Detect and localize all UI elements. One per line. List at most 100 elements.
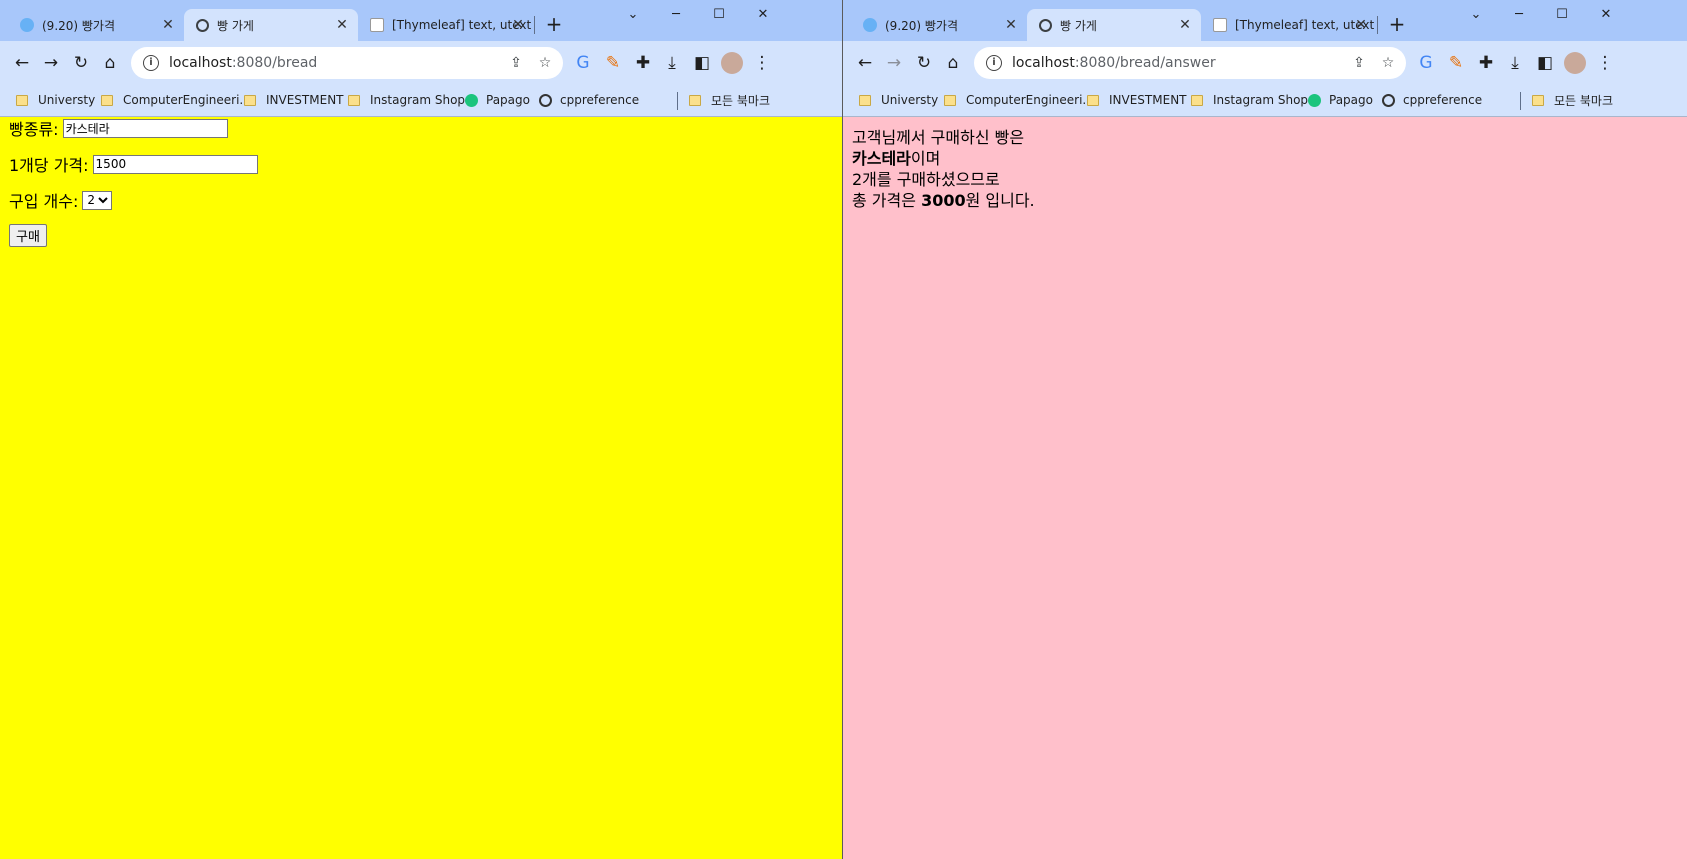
all-bookmarks[interactable]: 모든 북마크 [1532,90,1613,110]
bookmark-investment[interactable]: INVESTMENT [244,90,344,110]
document-icon [370,18,384,32]
close-icon[interactable]: ✕ [334,17,350,33]
site-info-icon[interactable]: i [986,55,1002,71]
bookmark-computerengineering[interactable]: ComputerEngineeri... [101,90,251,110]
new-tab-icon[interactable]: + [1385,13,1409,37]
papago-icon [465,93,478,107]
bookmark-papago[interactable]: Papago [465,90,530,110]
new-tab-icon[interactable]: + [542,13,566,37]
bookmark-papago[interactable]: Papago [1308,90,1373,110]
bread-type-row: 빵종류: [9,118,228,139]
bookmark-investment[interactable]: INVESTMENT [1087,90,1187,110]
buy-button[interactable]: 구매 [9,224,47,247]
address-bar[interactable]: i localhost:8080/bread ⇪ ☆ [131,47,563,79]
bookmark-computerengineering[interactable]: ComputerEngineeri... [944,90,1094,110]
tab-bread-price[interactable]: (9.20) 빵가격 ✕ [8,9,184,41]
bread-type-input[interactable] [62,118,228,138]
all-bookmarks[interactable]: 모든 북마크 [689,90,770,110]
folder-icon [859,94,871,106]
bookmarks-bar: Universty ComputerEngineeri... INVESTMEN… [843,84,1687,117]
share-icon[interactable]: ⇪ [1348,52,1370,74]
minimize-icon[interactable]: ─ [653,0,699,30]
tab-bread-price[interactable]: (9.20) 빵가격 ✕ [851,9,1027,41]
maximize-icon[interactable]: ☐ [696,0,742,30]
close-window-icon[interactable]: ✕ [740,0,786,30]
tab-bread-shop[interactable]: 빵 가게 ✕ [1027,9,1201,41]
bookmark-universty[interactable]: Universty [16,90,95,110]
bookmark-separator [677,92,678,110]
translate-icon[interactable]: G [569,49,597,77]
home-icon[interactable]: ⌂ [96,49,124,77]
minimize-icon[interactable]: ─ [1496,0,1542,30]
share-icon[interactable]: ⇪ [505,52,527,74]
avatar[interactable] [1564,52,1586,74]
kebab-menu-icon[interactable]: ⋮ [1591,49,1619,77]
extension-icon[interactable]: ✎ [599,49,627,77]
url-text[interactable]: localhost:8080/bread/answer [1012,55,1216,71]
bookmark-instagram-shop[interactable]: Instagram Shop [348,90,465,110]
tab-bread-shop[interactable]: 빵 가게 ✕ [184,9,358,41]
reload-icon[interactable]: ↻ [67,49,95,77]
extension-icon[interactable]: ✎ [1442,49,1470,77]
folder-icon [1191,94,1203,106]
folder-icon [348,94,360,106]
arrow-right-icon[interactable]: → [880,49,908,77]
price-label: 1개당 가격: [9,156,89,175]
star-icon[interactable]: ☆ [534,52,556,74]
bookmark-instagram-shop[interactable]: Instagram Shop [1191,90,1308,110]
tab-separator [1377,16,1378,34]
tab-separator [534,16,535,34]
close-window-icon[interactable]: ✕ [1583,0,1629,30]
maximize-icon[interactable]: ☐ [1539,0,1585,30]
home-icon[interactable]: ⌂ [939,49,967,77]
arrow-left-icon[interactable]: ← [8,49,36,77]
url-text[interactable]: localhost:8080/bread [169,55,317,71]
price-input[interactable] [92,154,258,174]
close-icon[interactable]: ✕ [160,17,176,33]
tab-search-icon[interactable]: ⌄ [1453,0,1499,30]
folder-icon [16,94,28,106]
site-info-icon[interactable]: i [143,55,159,71]
close-icon[interactable]: ✕ [1003,17,1019,33]
address-bar[interactable]: i localhost:8080/bread/answer ⇪ ☆ [974,47,1406,79]
close-icon[interactable]: ✕ [1353,17,1369,33]
avatar[interactable] [721,52,743,74]
cppreference-icon [1382,93,1395,107]
bookmark-universty[interactable]: Universty [859,90,938,110]
arrow-right-icon[interactable]: → [37,49,65,77]
reload-icon[interactable]: ↻ [910,49,938,77]
side-panel-icon[interactable]: ◧ [1531,49,1559,77]
tab-strip: (9.20) 빵가격 ✕ 빵 가게 ✕ [Thymeleaf] text, ut… [0,0,843,41]
bookmark-separator [1520,92,1521,110]
puzzle-icon[interactable]: ✚ [1472,49,1500,77]
count-row: 구입 개수: 2 [9,190,113,211]
arrow-left-icon[interactable]: ← [851,49,879,77]
answer-text: 고객님께서 구매하신 빵은 카스테라이며 2개를 구매하셨으므로 총 가격은 3… [852,127,1035,211]
folder-icon [1532,94,1544,106]
tab-strip: (9.20) 빵가격 ✕ 빵 가게 ✕ [Thymeleaf] text, ut… [843,0,1687,41]
kebab-menu-icon[interactable]: ⋮ [748,49,776,77]
download-icon[interactable]: ⤓ [658,49,686,77]
page-content-bread-answer: 고객님께서 구매하신 빵은 카스테라이며 2개를 구매하셨으므로 총 가격은 3… [843,117,1687,859]
tab-thymeleaf[interactable]: [Thymeleaf] text, utext ✕ [358,9,534,41]
bookmark-cppreference[interactable]: cppreference [539,90,639,110]
bookmark-cppreference[interactable]: cppreference [1382,90,1482,110]
bread-name: 카스테라 [852,149,911,168]
close-icon[interactable]: ✕ [1177,17,1193,33]
close-icon[interactable]: ✕ [510,17,526,33]
count-select[interactable]: 2 [82,190,113,210]
answer-line-4-prefix: 총 가격은 [852,191,922,210]
star-icon[interactable]: ☆ [1377,52,1399,74]
translate-icon[interactable]: G [1412,49,1440,77]
tab-search-icon[interactable]: ⌄ [610,0,656,30]
puzzle-icon[interactable]: ✚ [629,49,657,77]
answer-line-2-suffix: 이며 [910,149,941,168]
site-favicon [20,18,34,32]
site-favicon [863,18,877,32]
folder-icon [1087,94,1099,106]
side-panel-icon[interactable]: ◧ [688,49,716,77]
download-icon[interactable]: ⤓ [1501,49,1529,77]
browser-window-right: (9.20) 빵가격 ✕ 빵 가게 ✕ [Thymeleaf] text, ut… [843,0,1687,859]
tab-thymeleaf[interactable]: [Thymeleaf] text, utext ✕ [1201,9,1377,41]
folder-icon [244,94,256,106]
